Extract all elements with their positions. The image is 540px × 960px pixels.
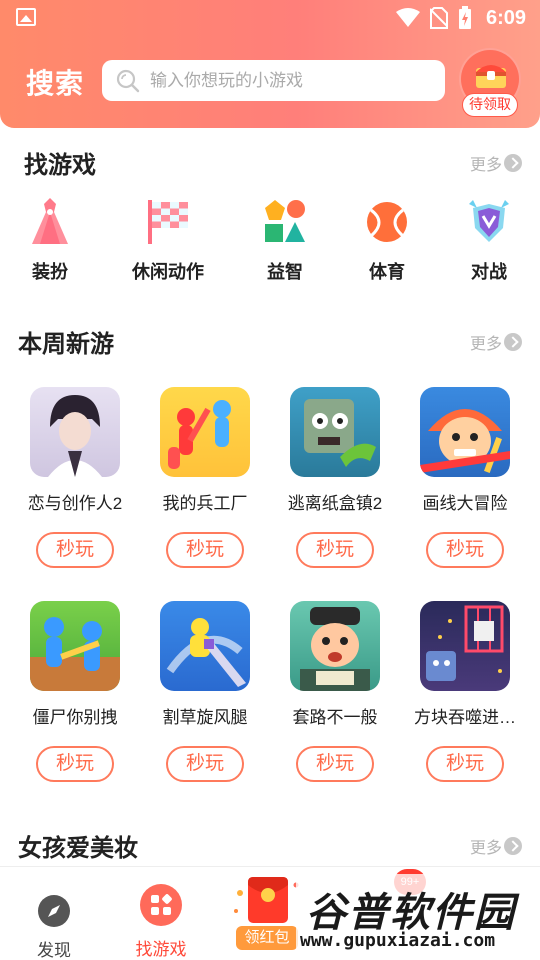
status-bar: 6:09 <box>0 0 540 36</box>
more-label: 更多 <box>470 157 503 174</box>
game-name: 逃离纸盒镇2 <box>287 494 383 513</box>
category-label: 装扮 <box>32 262 68 282</box>
game-name: 套路不一般 <box>292 708 378 727</box>
game-name: 僵尸你别拽 <box>32 708 118 727</box>
stickmen-battle-icon <box>168 400 231 469</box>
clock-time: 6:09 <box>485 6 526 29</box>
tab-label: 发现 <box>37 941 71 960</box>
girls-makeup-title: 女孩爱美妆 <box>18 835 138 862</box>
chevron-right-icon <box>504 837 523 855</box>
search-input[interactable] <box>150 60 435 101</box>
stickmen-zombie-icon <box>30 617 120 691</box>
play-button[interactable]: 秒玩 <box>166 532 244 568</box>
find-games-more-link[interactable]: 更多 <box>470 151 523 175</box>
battery-charging-icon <box>458 6 471 29</box>
ball-icon <box>367 202 407 242</box>
search-brand-title: 搜索 <box>26 68 85 99</box>
tab-label: 找游戏 <box>135 940 187 959</box>
game-thumbnail[interactable] <box>420 601 510 691</box>
game-card[interactable]: 方块吞噬进… 秒玩 <box>410 601 520 782</box>
category-label: 休闲动作 <box>132 262 204 282</box>
shield-battle-icon <box>469 200 509 242</box>
category-battle[interactable]: 对战 <box>439 198 539 284</box>
category-puzzle[interactable]: 益智 <box>235 198 335 284</box>
find-games-title: 找游戏 <box>24 152 96 179</box>
game-thumbnail[interactable] <box>420 387 510 477</box>
tab-discover[interactable]: 发现 <box>4 867 104 960</box>
reward-pending-badge[interactable]: 待领取 <box>462 93 518 117</box>
play-button[interactable]: 秒玩 <box>296 532 374 568</box>
dress-up-icon <box>32 198 68 244</box>
search-bar[interactable] <box>102 60 445 101</box>
wifi-icon <box>395 8 420 27</box>
girls-makeup-more-link[interactable]: 更多 <box>470 834 523 858</box>
tab-find-games[interactable]: 找游戏 <box>111 867 211 960</box>
watermark-url: www.gupuxiazai.com <box>300 930 496 951</box>
game-thumbnail[interactable] <box>30 387 120 477</box>
block-devour-icon <box>426 605 504 681</box>
game-card[interactable]: 我的兵工厂 秒玩 <box>150 387 260 568</box>
play-button[interactable]: 秒玩 <box>296 746 374 782</box>
game-name: 画线大冒险 <box>422 494 508 513</box>
game-card[interactable]: 割草旋风腿 秒玩 <box>150 601 260 782</box>
character-portrait-icon <box>48 395 102 477</box>
game-thumbnail[interactable] <box>290 387 380 477</box>
more-label: 更多 <box>470 840 503 857</box>
zombie-plant-icon <box>304 399 376 467</box>
play-button[interactable]: 秒玩 <box>166 746 244 782</box>
new-games-more-link[interactable]: 更多 <box>470 330 523 354</box>
play-button[interactable]: 秒玩 <box>36 746 114 782</box>
category-label: 益智 <box>267 262 303 282</box>
game-name: 方块吞噬进… <box>414 708 516 727</box>
draw-line-character-icon <box>420 409 510 473</box>
game-thumbnail[interactable] <box>30 601 120 691</box>
category-label: 体育 <box>369 262 405 282</box>
category-label: 对战 <box>471 262 507 282</box>
category-sports[interactable]: 体育 <box>337 198 437 284</box>
more-label: 更多 <box>470 336 503 353</box>
game-name: 割草旋风腿 <box>162 708 248 727</box>
category-dress-up[interactable]: 装扮 <box>0 198 100 284</box>
spinning-blade-icon <box>166 618 246 687</box>
game-card[interactable]: 僵尸你别拽 秒玩 <box>20 601 130 782</box>
game-card[interactable]: 画线大冒险 秒玩 <box>410 387 520 568</box>
game-grid-icon <box>140 884 182 926</box>
search-icon <box>116 69 140 93</box>
header-bar: 6:09 搜索 待领取 <box>0 0 540 128</box>
treasure-chest-icon <box>476 65 506 88</box>
game-thumbnail[interactable] <box>160 387 250 477</box>
red-packet-label[interactable]: 领红包 <box>236 926 298 950</box>
compass-icon <box>38 895 70 927</box>
checkered-flag-icon <box>148 200 188 244</box>
game-card[interactable]: 恋与创作人2 秒玩 <box>20 387 130 568</box>
chevron-right-icon <box>504 154 523 172</box>
game-thumbnail[interactable] <box>160 601 250 691</box>
play-button[interactable]: 秒玩 <box>426 746 504 782</box>
chevron-right-icon <box>504 333 523 351</box>
game-thumbnail[interactable] <box>290 601 380 691</box>
shapes-icon <box>265 200 305 242</box>
play-button[interactable]: 秒玩 <box>426 532 504 568</box>
gallery-notification-icon <box>16 8 36 26</box>
category-casual-action[interactable]: 休闲动作 <box>118 198 218 284</box>
site-watermark: 谷普软件园 www.gupuxiazai.com <box>296 874 540 960</box>
game-name: 我的兵工厂 <box>162 494 248 513</box>
play-button[interactable]: 秒玩 <box>36 532 114 568</box>
new-games-title: 本周新游 <box>18 331 114 358</box>
no-sim-icon <box>429 7 448 29</box>
cartoon-official-icon <box>300 607 370 691</box>
game-card[interactable]: 套路不一般 秒玩 <box>280 601 390 782</box>
game-name: 恋与创作人2 <box>27 494 123 513</box>
game-card[interactable]: 逃离纸盒镇2 秒玩 <box>280 387 390 568</box>
